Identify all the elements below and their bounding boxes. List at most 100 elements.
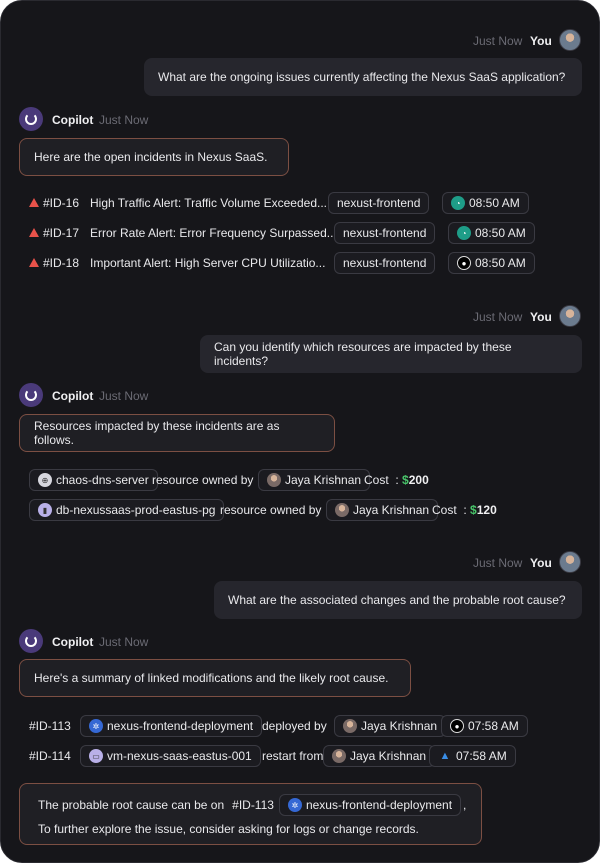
time-chip: ◔ 08:50 AM xyxy=(448,222,535,244)
change-id[interactable]: #ID-113 xyxy=(29,719,71,733)
incident-id[interactable]: #ID-17 xyxy=(43,226,79,240)
message-time: Just Now xyxy=(99,635,149,649)
incident-time: 08:50 AM xyxy=(469,196,520,210)
kubernetes-icon: ✲ xyxy=(287,798,302,812)
time-chip: ▲ 07:58 AM xyxy=(429,745,516,767)
incident-id[interactable]: #ID-16 xyxy=(43,196,79,210)
kubernetes-icon: ✲ xyxy=(89,719,103,733)
github-icon: ● xyxy=(450,719,464,733)
monitor-icon: ◔ xyxy=(451,196,465,210)
alert-icon xyxy=(29,198,39,207)
owner-chip[interactable]: Jaya Krishnan xyxy=(258,469,371,491)
user-avatar xyxy=(559,551,581,573)
user-message: What are the associated changes and the … xyxy=(214,581,582,619)
service-chip-label: nexust-frontend xyxy=(343,256,427,270)
message-time: Just Now xyxy=(473,34,523,48)
bot-message-text: Resources impacted by these incidents ar… xyxy=(34,419,280,447)
bot-message: Resources impacted by these incidents ar… xyxy=(19,414,335,452)
person-chip[interactable]: Jaya Krishnan xyxy=(323,745,436,767)
message-time: Just Now xyxy=(99,113,149,127)
message-time: Just Now xyxy=(473,556,523,570)
bot-message-text: Here's a summary of linked modifications… xyxy=(34,671,389,685)
resource-chip[interactable]: ✲ nexus-frontend-deployment xyxy=(278,794,462,816)
service-chip-label: nexust-frontend xyxy=(343,226,427,240)
alert-icon xyxy=(29,258,39,267)
incident-time: 08:50 AM xyxy=(475,226,526,240)
user-message-text: Can you identify which resources are imp… xyxy=(214,340,512,368)
owned-by-text: resource owned by xyxy=(152,473,254,487)
resource-chip[interactable]: ▭ vm-nexus-saas-eastus-001 xyxy=(80,745,261,767)
incident-title[interactable]: High Traffic Alert: Traffic Volume Excee… xyxy=(90,196,327,210)
owner-name: Jaya Krishnan xyxy=(285,473,362,487)
incident-id[interactable]: #ID-18 xyxy=(43,256,79,270)
change-action: restart from xyxy=(262,749,324,763)
owner-chip[interactable]: Jaya Krishnan xyxy=(326,499,439,521)
chat-window: Just Now You What are the ongoing issues… xyxy=(0,0,600,863)
vm-icon: ▭ xyxy=(89,749,103,763)
database-icon: ▮ xyxy=(38,503,52,517)
service-chip[interactable]: nexust-frontend xyxy=(334,222,436,244)
bot-name: Copilot xyxy=(52,389,94,403)
cost-label: Cost : $200 xyxy=(364,473,429,487)
azure-icon: ▲ xyxy=(439,750,451,762)
change-time: 07:58 AM xyxy=(456,749,507,763)
user-name: You xyxy=(530,34,552,48)
user-message: What are the ongoing issues currently af… xyxy=(144,58,582,96)
owned-by-text: resource owned by xyxy=(220,503,322,517)
summary-prefix: The probable root cause can be on xyxy=(38,798,225,812)
root-cause-summary: The probable root cause can be on #ID-11… xyxy=(19,783,482,845)
resource-chip[interactable]: ▮ db-nexussaas-prod-eastus-pg xyxy=(29,499,225,521)
resource-chip[interactable]: ✲ nexus-frontend-deployment xyxy=(80,715,263,737)
resource-chip[interactable]: ⊕ chaos-dns-server xyxy=(29,469,158,491)
user-message-text: What are the ongoing issues currently af… xyxy=(158,70,566,84)
user-avatar xyxy=(559,29,581,51)
alert-icon xyxy=(29,228,39,237)
person-avatar xyxy=(343,719,357,733)
bot-message: Here are the open incidents in Nexus Saa… xyxy=(19,138,289,176)
resource-name: nexus-frontend-deployment xyxy=(107,719,254,733)
cost-value: 120 xyxy=(476,503,497,517)
user-name: You xyxy=(530,556,552,570)
owner-avatar xyxy=(335,503,349,517)
monitor-icon: ◔ xyxy=(457,226,471,240)
person-avatar xyxy=(332,749,346,763)
resource-name: nexus-frontend-deployment xyxy=(305,798,453,812)
person-chip[interactable]: Jaya Krishnan xyxy=(334,715,447,737)
message-time: Just Now xyxy=(99,389,149,403)
copilot-logo-icon xyxy=(19,629,43,653)
resource-name: db-nexussaas-prod-eastus-pg xyxy=(56,503,216,517)
person-name: Jaya Krishnan xyxy=(350,749,427,763)
service-chip[interactable]: nexust-frontend xyxy=(328,192,430,214)
user-name: You xyxy=(530,310,552,324)
incident-title[interactable]: Important Alert: High Server CPU Utiliza… xyxy=(90,256,325,270)
person-name: Jaya Krishnan xyxy=(361,719,438,733)
time-chip: ◔ 08:50 AM xyxy=(442,192,529,214)
summary-id[interactable]: #ID-113 xyxy=(232,798,274,812)
user-avatar xyxy=(559,305,581,327)
copilot-logo-icon xyxy=(19,383,43,407)
service-chip[interactable]: nexust-frontend xyxy=(334,252,436,274)
bot-message: Here's a summary of linked modifications… xyxy=(19,659,411,697)
summary-line2: To further explore the issue, consider a… xyxy=(38,822,419,836)
owner-avatar xyxy=(267,473,281,487)
copilot-logo-icon xyxy=(19,107,43,131)
resource-name: chaos-dns-server xyxy=(56,473,149,487)
user-message-text: What are the associated changes and the … xyxy=(228,593,566,607)
user-message: Can you identify which resources are imp… xyxy=(200,335,582,373)
cost-label: Cost : $120 xyxy=(432,503,497,517)
resource-name: vm-nexus-saas-eastus-001 xyxy=(107,749,252,763)
bot-message-text: Here are the open incidents in Nexus Saa… xyxy=(34,150,268,164)
incident-time: 08:50 AM xyxy=(475,256,526,270)
bot-name: Copilot xyxy=(52,635,94,649)
message-time: Just Now xyxy=(473,310,523,324)
service-chip-label: nexust-frontend xyxy=(337,196,421,210)
time-chip: ● 08:50 AM xyxy=(448,252,535,274)
dns-icon: ⊕ xyxy=(38,473,52,487)
change-id[interactable]: #ID-114 xyxy=(29,749,71,763)
cost-value: 200 xyxy=(408,473,429,487)
change-action: deployed by xyxy=(262,719,327,733)
github-icon: ● xyxy=(457,256,471,270)
summary-suffix: , xyxy=(463,798,467,812)
incident-title[interactable]: Error Rate Alert: Error Frequency Surpas… xyxy=(90,226,337,240)
bot-name: Copilot xyxy=(52,113,94,127)
